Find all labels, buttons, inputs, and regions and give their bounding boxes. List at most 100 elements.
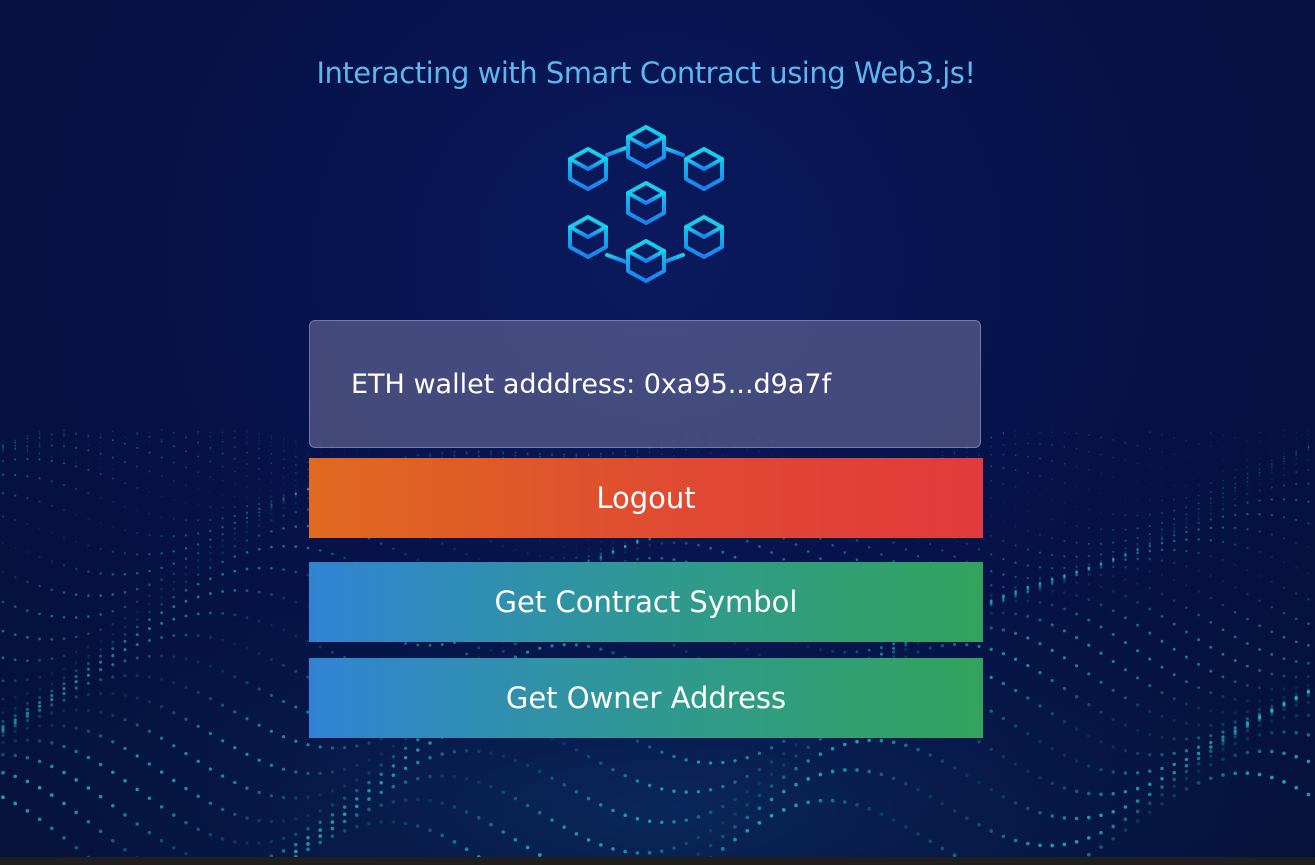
wave-dot: [1295, 446, 1297, 448]
wave-dot: [1160, 792, 1164, 797]
wave-dot: [1307, 572, 1310, 575]
wave-dot: [1099, 845, 1103, 849]
wave-dot: [416, 776, 420, 781]
wave-dot: [721, 821, 725, 825]
wave-dot: [1051, 478, 1054, 481]
wave-dot: [1270, 712, 1274, 717]
wave-dot: [2, 441, 4, 443]
wave-dot: [403, 821, 408, 826]
wave-dot: [282, 483, 285, 486]
wave-dot: [221, 479, 224, 482]
wave-dot: [221, 526, 224, 529]
wave-dot: [1038, 514, 1042, 517]
wave-dot: [1050, 781, 1054, 786]
wave-dot: [1221, 515, 1225, 518]
wave-dot: [842, 800, 847, 804]
wave-dot: [1123, 696, 1127, 700]
wave-dot: [221, 560, 224, 564]
wave-dot: [1026, 548, 1029, 551]
wave-dot: [270, 441, 273, 444]
wave-dot: [794, 782, 798, 787]
wave-dot: [733, 837, 737, 842]
wave-dot: [1002, 520, 1005, 523]
wave-dot: [745, 815, 750, 820]
wave-dot: [221, 703, 225, 707]
wave-dot: [184, 534, 188, 537]
wave-dot: [526, 650, 530, 654]
wave-dot: [111, 593, 115, 596]
wave-dot: [184, 599, 188, 603]
wave-dot: [1100, 472, 1102, 475]
wave-dot: [147, 654, 151, 658]
wave-dot: [295, 448, 297, 451]
get-owner-address-button[interactable]: Get Owner Address: [309, 658, 983, 738]
wave-dot: [258, 434, 260, 436]
wave-dot: [1184, 680, 1188, 684]
wave-dot: [38, 500, 41, 503]
wave-dot: [87, 615, 90, 618]
wave-dot: [1124, 514, 1127, 517]
wave-dot: [648, 452, 651, 454]
wave-dot: [733, 825, 737, 829]
wave-dot: [1111, 589, 1115, 593]
wave-dot: [891, 818, 896, 822]
wave-dot: [1123, 641, 1127, 645]
wave-dot: [806, 645, 810, 648]
wave-dot: [1258, 449, 1261, 452]
wave-dot: [1038, 589, 1042, 593]
wave-dot: [354, 824, 359, 829]
wave-dot: [221, 506, 224, 509]
wave-dot: [672, 846, 676, 850]
wave-dot: [1295, 452, 1298, 455]
wave-dot: [1233, 635, 1237, 639]
wave-dot: [208, 731, 213, 736]
wave-dot: [526, 453, 529, 456]
wave-dot: [209, 505, 212, 508]
wallet-address-text: ETH wallet adddress: 0xa95...d9a7f: [351, 369, 832, 400]
wave-dot: [697, 543, 700, 547]
wave-dot: [74, 674, 78, 679]
wave-dot: [233, 840, 237, 844]
wave-dot: [489, 822, 493, 827]
wave-dot: [1185, 538, 1188, 541]
wave-dot: [87, 468, 90, 472]
wave-dot: [233, 521, 236, 525]
wave-dot: [1111, 770, 1115, 774]
wave-dot: [1087, 582, 1091, 586]
wave-dot: [1111, 575, 1115, 578]
wave-dot: [99, 654, 103, 658]
wave-dot: [1099, 710, 1103, 714]
wave-dot: [172, 479, 175, 482]
wave-dot: [989, 675, 993, 680]
wave-dot: [1184, 721, 1188, 725]
wave-dot: [1246, 487, 1249, 490]
wave-dot: [233, 506, 236, 509]
wave-dot: [1283, 460, 1285, 462]
wave-dot: [209, 558, 212, 562]
wave-dot: [1270, 477, 1273, 481]
wave-dot: [172, 461, 175, 464]
wave-dot: [111, 633, 115, 636]
wave-dot: [1294, 675, 1298, 679]
wave-dot: [37, 785, 42, 790]
wave-dot: [26, 580, 29, 584]
wave-dot: [685, 448, 687, 451]
wave-dot: [623, 813, 627, 817]
wave-dot: [172, 655, 176, 659]
wave-dot: [1257, 718, 1262, 722]
wave-dot: [209, 435, 212, 438]
wave-dot: [928, 753, 932, 757]
wave-dot: [86, 708, 91, 713]
wave-dot: [1, 725, 5, 729]
wave-dot: [501, 754, 505, 758]
wave-dot: [1039, 431, 1041, 434]
get-contract-symbol-button[interactable]: Get Contract Symbol: [309, 562, 983, 642]
wave-dot: [1111, 810, 1115, 814]
wave-dot: [1294, 541, 1298, 545]
logout-button[interactable]: Logout: [309, 458, 983, 538]
wave-dot: [1209, 596, 1213, 600]
wave-dot: [13, 774, 18, 779]
wave-dot: [856, 455, 858, 457]
wave-dot: [1184, 776, 1189, 781]
wave-dot: [477, 453, 480, 456]
